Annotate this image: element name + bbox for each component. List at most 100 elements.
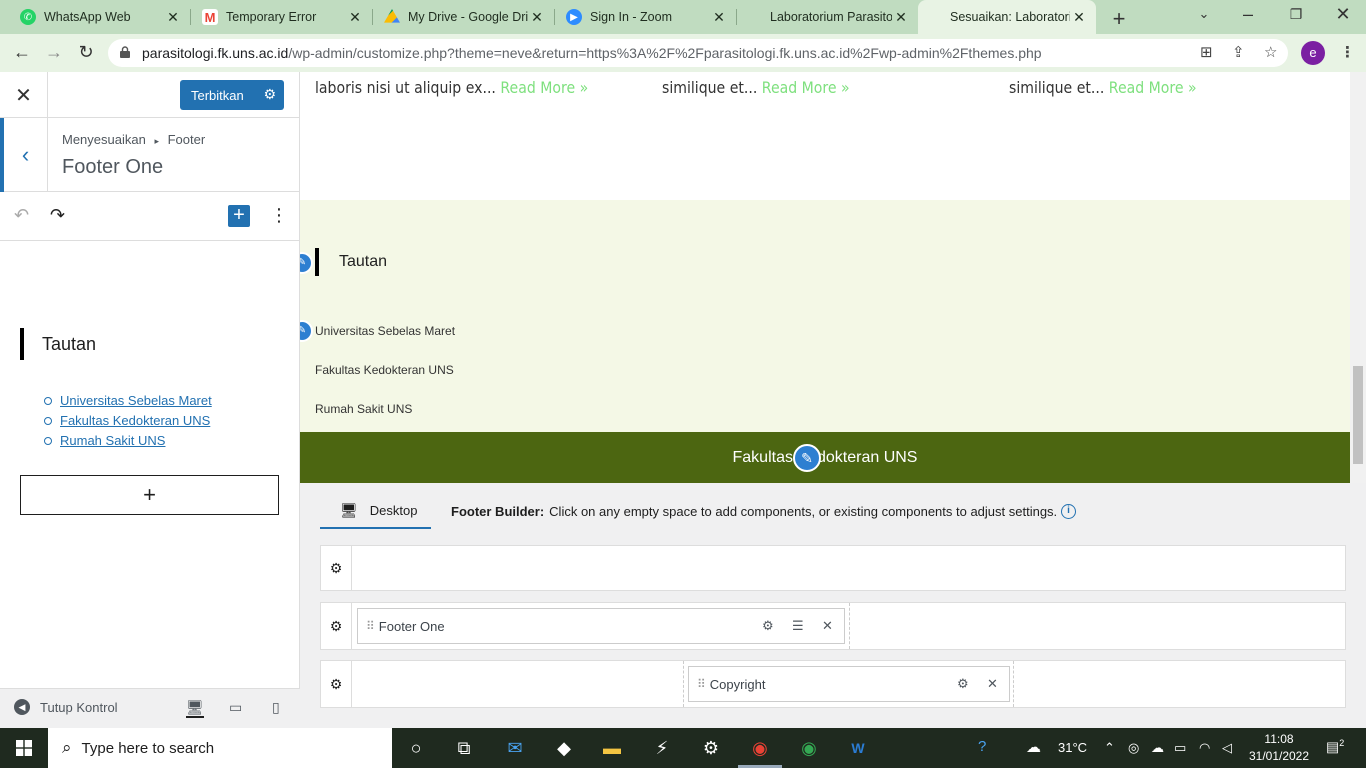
minimize-icon[interactable]: – [1236, 4, 1260, 25]
scrollbar-thumb[interactable] [1353, 366, 1363, 464]
app-bolt-icon[interactable]: ⚡ [650, 737, 674, 759]
link-universitas[interactable]: Universitas Sebelas Maret [60, 393, 212, 408]
file-explorer-icon[interactable]: ▬ [600, 737, 624, 759]
read-more-link[interactable]: Read More » [1109, 78, 1197, 97]
close-tab-icon[interactable]: ✕ [164, 9, 182, 26]
drag-handle-icon[interactable]: ⠿ [697, 677, 706, 691]
link-fakultas[interactable]: Fakultas Kedokteran UNS [60, 413, 210, 428]
desktop-preview-icon[interactable]: 🖥 [186, 699, 204, 718]
profile-avatar[interactable]: e [1301, 41, 1325, 65]
close-window-icon[interactable]: ✕ [1331, 4, 1355, 25]
task-view-icon[interactable]: ⧉ [452, 737, 476, 759]
translate-icon[interactable]: ⊞ [1200, 43, 1213, 61]
system-clock[interactable]: 11:08 31/01/2022 [1247, 731, 1311, 765]
battery-icon[interactable]: ▭ [1174, 740, 1186, 756]
close-tab-icon[interactable]: ✕ [710, 9, 728, 26]
sidebar-header: ✕ Terbitkan ⚙ [0, 72, 299, 118]
row-gear-icon[interactable]: ⚙ [321, 661, 352, 707]
builder-row-bottom[interactable]: ⚙ ⠿ Copyright ⚙ ✕ [320, 660, 1346, 708]
search-icon: ⌕ [62, 738, 72, 757]
add-block-button[interactable]: + [20, 475, 279, 515]
taskbar-search[interactable]: ⌕ Type here to search [48, 728, 392, 768]
mail-icon[interactable]: ✉ [503, 737, 527, 759]
hide-controls-button[interactable]: ◀ Tutup Kontrol [14, 699, 118, 715]
redo-icon[interactable]: ↷ [50, 205, 65, 226]
weather-cloud-icon[interactable]: ☁ [1026, 738, 1041, 756]
options-kebab-icon[interactable]: ⋮ [270, 205, 288, 226]
chrome-profile-icon[interactable]: ◉ [748, 737, 772, 759]
gear-icon[interactable]: ⚙ [263, 86, 276, 103]
notification-icon[interactable]: ▤2 [1326, 738, 1344, 756]
restore-icon[interactable]: ❐ [1284, 6, 1308, 23]
component-footer-one[interactable]: ⠿ Footer One ⚙ ☰ ✕ [357, 608, 845, 644]
reload-icon[interactable]: ↻ [74, 42, 98, 63]
gear-icon[interactable]: ⚙ [762, 618, 774, 634]
edit-shortcut-icon[interactable]: ✎ [300, 252, 313, 274]
undo-icon[interactable]: ↶ [14, 205, 29, 226]
close-tab-icon[interactable]: ✕ [528, 9, 546, 26]
footer-link[interactable]: Universitas Sebelas Maret [315, 324, 455, 338]
close-icon[interactable]: ✕ [987, 676, 998, 692]
dropbox-icon[interactable]: ◆ [552, 737, 576, 759]
tab-whatsapp[interactable]: ✆ WhatsApp Web ✕ [10, 0, 190, 34]
tab-zoom[interactable]: ▶ Sign In - Zoom ✕ [556, 0, 736, 34]
volume-icon[interactable]: ◁ [1222, 740, 1232, 756]
cortana-icon[interactable]: ○ [404, 737, 428, 759]
builder-row-top[interactable]: ⚙ [320, 545, 1346, 591]
url-field[interactable]: parasitologi.fk.uns.ac.id/wp-admin/custo… [108, 39, 1288, 67]
forward-icon[interactable]: → [42, 42, 66, 63]
new-tab-icon[interactable]: + [1107, 6, 1131, 32]
breadcrumb: Menyesuaikan ▸ Footer [62, 132, 206, 147]
tablet-preview-icon[interactable]: ▭ [229, 699, 242, 716]
publish-button[interactable]: Terbitkan ⚙ [180, 80, 284, 110]
row-gear-icon[interactable]: ⚙ [321, 603, 352, 649]
builder-row-main[interactable]: ⚙ ⠿ Footer One ⚙ ☰ ✕ [320, 602, 1346, 650]
back-chevron-icon[interactable]: ‹ [0, 118, 48, 192]
chevron-up-icon[interactable]: ⌃ [1104, 740, 1115, 756]
tab-search-icon[interactable]: ⌄ [1192, 6, 1216, 22]
close-tab-icon[interactable]: ✕ [892, 9, 910, 26]
temperature[interactable]: 31°C [1058, 740, 1087, 755]
share-icon[interactable]: ⇪ [1232, 43, 1245, 61]
tab-desktop[interactable]: 🖥 Desktop [320, 493, 431, 529]
tab-laboratorium[interactable]: Laboratorium Parasitologi ✕ [738, 0, 918, 34]
close-tab-icon[interactable]: ✕ [1070, 9, 1088, 26]
word-icon[interactable]: W [846, 737, 870, 759]
windows-start-icon[interactable] [0, 728, 48, 768]
camera-icon[interactable]: ◎ [1128, 740, 1139, 756]
close-tab-icon[interactable]: ✕ [346, 9, 364, 26]
preview-scrollbar[interactable] [1350, 72, 1366, 483]
read-more-link[interactable]: Read More » [500, 78, 588, 97]
edit-shortcut-icon[interactable]: ✎ [300, 320, 313, 342]
settings-icon[interactable]: ⚙ [699, 737, 723, 759]
bookmark-star-icon[interactable]: ☆ [1264, 43, 1277, 61]
back-icon[interactable]: ← [10, 42, 34, 63]
close-icon[interactable]: ✕ [822, 618, 833, 634]
tab-drive[interactable]: My Drive - Google Drive ✕ [374, 0, 554, 34]
component-copyright[interactable]: ⠿ Copyright ⚙ ✕ [688, 666, 1010, 702]
link-rumah-sakit[interactable]: Rumah Sakit UNS [60, 433, 165, 448]
widget-heading[interactable]: Tautan [20, 328, 96, 360]
drag-handle-icon[interactable]: ⠿ [366, 619, 375, 633]
wifi-icon[interactable]: ◠ [1199, 740, 1210, 756]
sliders-icon[interactable]: ☰ [792, 618, 804, 634]
tab-gmail[interactable]: M Temporary Error ✕ [192, 0, 372, 34]
menu-kebab-icon[interactable]: ⋮ [1340, 43, 1355, 61]
tab-sesuaikan-active[interactable]: Sesuaikan: Laboratorium ✕ [918, 0, 1096, 34]
footer-link[interactable]: Fakultas Kedokteran UNS [315, 363, 454, 377]
triangle-right-icon: ▸ [154, 136, 159, 146]
pencil-icon[interactable]: ✎ [793, 444, 821, 472]
close-customizer-icon[interactable]: ✕ [0, 72, 48, 118]
onedrive-icon[interactable]: ☁ [1151, 740, 1164, 756]
help-icon[interactable]: ? [978, 738, 986, 755]
read-more-link[interactable]: Read More » [762, 78, 850, 97]
mobile-preview-icon[interactable]: ▯ [272, 699, 280, 716]
panel-title: Footer One [62, 156, 164, 178]
chrome-icon[interactable]: ◉ [797, 737, 821, 759]
gear-icon[interactable]: ⚙ [957, 676, 969, 692]
add-block-icon[interactable]: + [228, 205, 250, 227]
info-icon[interactable]: i [1061, 504, 1076, 519]
url-host: parasitologi.fk.uns.ac.id [142, 45, 289, 61]
row-gear-icon[interactable]: ⚙ [321, 546, 352, 590]
footer-link[interactable]: Rumah Sakit UNS [315, 402, 412, 416]
